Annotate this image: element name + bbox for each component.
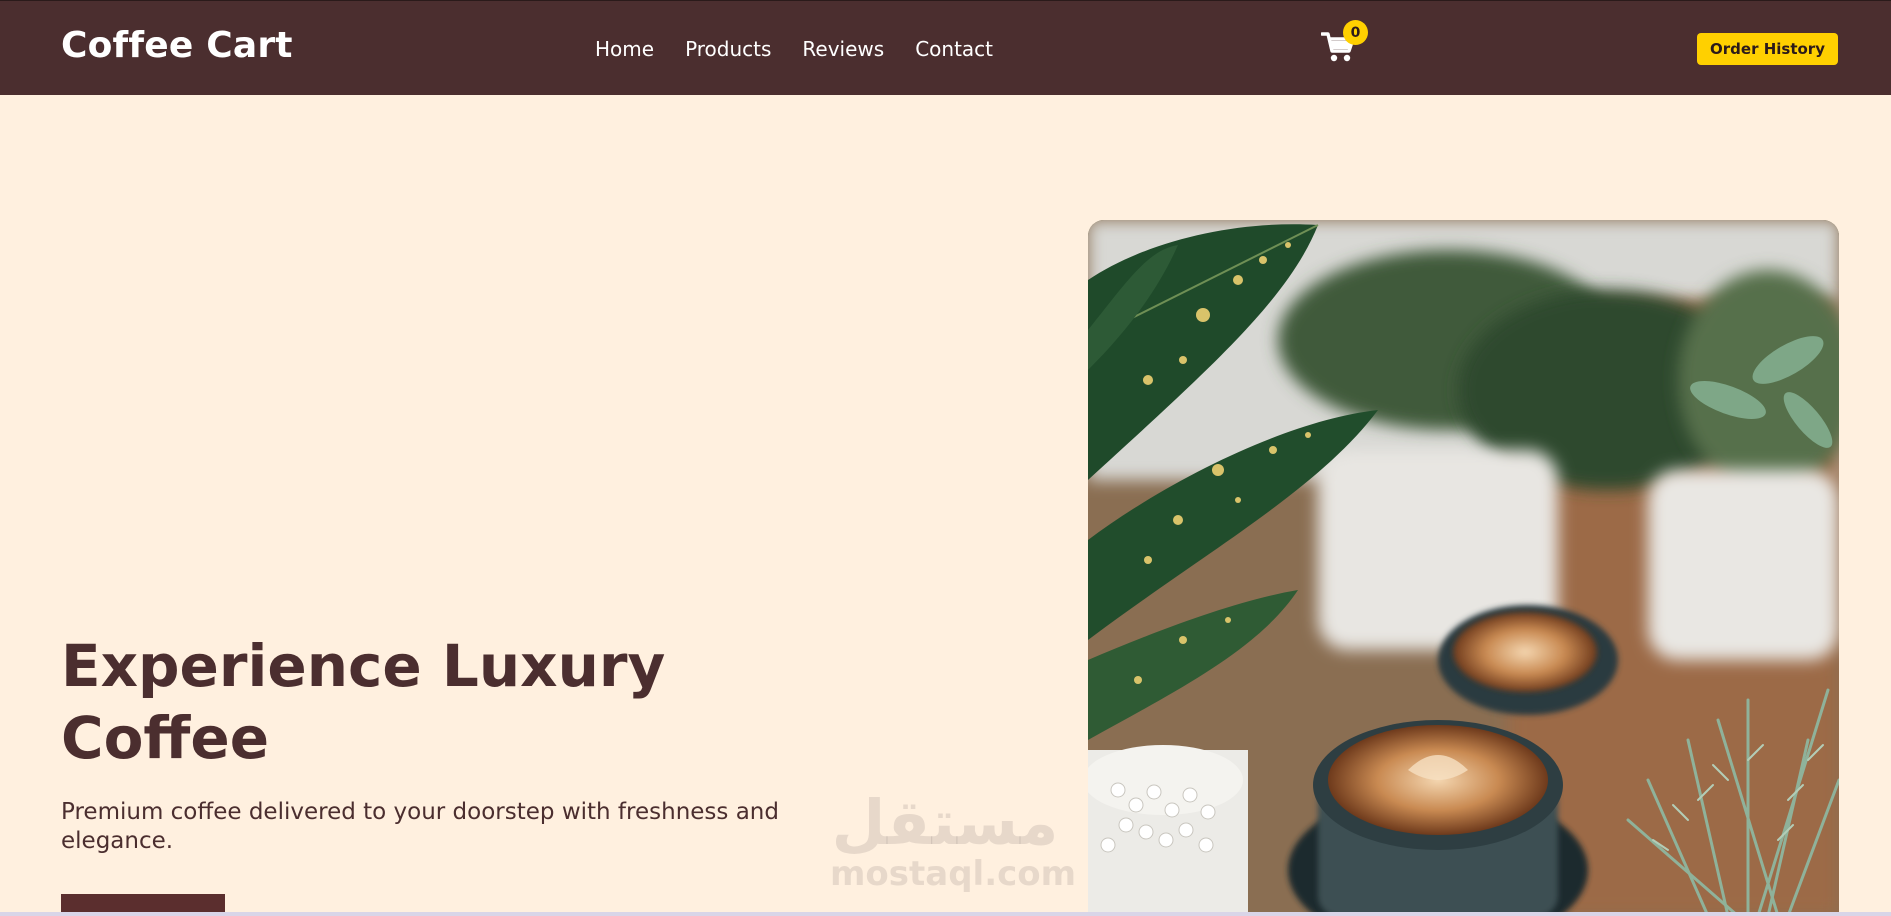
watermark: مستقل mostaql.com xyxy=(830,786,1077,900)
window-bottom-edge xyxy=(0,912,1891,916)
navbar: Coffee Cart Home Products Reviews Contac… xyxy=(0,0,1891,95)
cart-count-badge: 0 xyxy=(1343,20,1368,45)
nav-link-contact[interactable]: Contact xyxy=(915,37,993,61)
nav-links: Home Products Reviews Contact xyxy=(595,37,993,61)
cart-button[interactable]: 0 xyxy=(1321,20,1368,67)
coffee-plants-photo xyxy=(1088,220,1839,916)
hero-image xyxy=(1088,220,1839,916)
watermark-logo: مستقل xyxy=(831,786,1059,859)
nav-link-home[interactable]: Home xyxy=(595,37,654,61)
order-history-button[interactable]: Order History xyxy=(1697,33,1838,65)
hero-subtitle: Premium coffee delivered to your doorste… xyxy=(61,799,779,854)
nav-link-products[interactable]: Products xyxy=(685,37,771,61)
watermark-text: mostaql.com xyxy=(830,854,1077,894)
nav-link-reviews[interactable]: Reviews xyxy=(802,37,884,61)
hero-title: Experience Luxury Coffee xyxy=(61,632,666,772)
brand-logo[interactable]: Coffee Cart xyxy=(61,25,293,66)
